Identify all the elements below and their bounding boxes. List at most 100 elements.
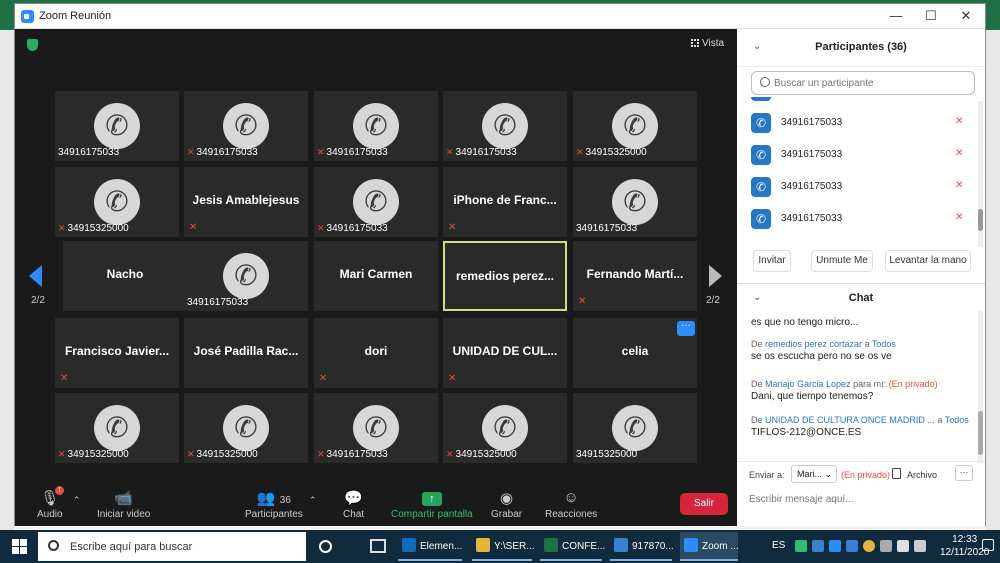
- tray-app-icon[interactable]: [795, 540, 807, 552]
- security-shield-icon[interactable]: [27, 39, 38, 51]
- muted-mic-icon[interactable]: ✕: [955, 116, 963, 127]
- tile-more-options-button[interactable]: ···: [677, 321, 695, 336]
- chat-message: De UNIDAD DE CULTURA ONCE MADRID ... a T…: [751, 415, 977, 438]
- video-tile[interactable]: ✆ ✕ 34916175033: [314, 91, 438, 161]
- video-tile[interactable]: Francisco Javier... ✕: [55, 318, 179, 388]
- chat-message-input[interactable]: [749, 490, 974, 508]
- meeting-toolbar: 🎙 Audio ! ⌃ 📹 Iniciar video 👥 36 Partici…: [15, 475, 737, 526]
- video-tile[interactable]: ✆ ✕ 34915325000: [55, 393, 179, 463]
- view-button[interactable]: Vista: [691, 38, 724, 49]
- previous-page-arrow-icon[interactable]: [29, 265, 42, 287]
- tray-app-icon[interactable]: [880, 540, 892, 552]
- chat-button[interactable]: 💬 Chat: [343, 489, 364, 520]
- leave-button[interactable]: Salir: [680, 493, 728, 515]
- tray-app-icon[interactable]: [846, 540, 858, 552]
- participants-title: Participantes (36): [815, 41, 907, 53]
- reactions-button[interactable]: ☺ Reacciones: [545, 489, 597, 520]
- window-title: Zoom Reunión: [39, 10, 112, 22]
- message-meta: De UNIDAD DE CULTURA ONCE MADRID ... a T…: [751, 415, 969, 425]
- volume-icon[interactable]: [914, 540, 926, 552]
- file-button[interactable]: Archivo: [907, 470, 937, 480]
- video-tile[interactable]: ✆ ✕ 34916175033: [184, 91, 308, 161]
- tile-name: Nacho: [106, 267, 144, 281]
- video-tile[interactable]: remedios perez...: [443, 241, 567, 311]
- start-windows-icon[interactable]: [12, 539, 27, 554]
- muted-mic-icon: ✕: [317, 223, 325, 233]
- invite-button[interactable]: Invitar: [753, 250, 791, 272]
- participants-button[interactable]: 👥 36 Participantes: [245, 489, 303, 520]
- raise-hand-button[interactable]: Levantar la mano: [885, 250, 971, 272]
- next-page-arrow-icon[interactable]: [709, 265, 722, 287]
- tray-zoom-icon[interactable]: [829, 540, 841, 552]
- participants-options-caret-icon[interactable]: ⌃: [309, 495, 317, 506]
- audio-options-caret-icon[interactable]: ⌃: [73, 495, 81, 506]
- video-tile[interactable]: ✆ 34916175033: [184, 241, 308, 311]
- share-screen-button[interactable]: ↑ Compartir pantalla: [391, 489, 473, 520]
- participant-search[interactable]: [751, 71, 975, 95]
- send-to-select[interactable]: Mari... ⌄: [791, 465, 837, 483]
- file-icon[interactable]: [892, 468, 901, 479]
- video-tile[interactable]: ✆ ✕ 34915325000: [443, 393, 567, 463]
- tray-app-icon[interactable]: [812, 540, 824, 552]
- cortana-icon[interactable]: [319, 540, 332, 553]
- participant-search-input[interactable]: [774, 75, 964, 91]
- maximize-button[interactable]: ☐: [916, 7, 946, 25]
- video-tile[interactable]: ✆ ✕ 34916175033: [443, 91, 567, 161]
- video-tile[interactable]: ✆ 34916175033: [573, 167, 697, 237]
- notifications-icon[interactable]: [982, 539, 994, 551]
- muted-mic-icon[interactable]: ✕: [955, 212, 963, 223]
- chat-scrollbar[interactable]: [978, 311, 983, 463]
- participant-row[interactable]: ✆ 34916175033 ✕: [737, 171, 985, 203]
- chevron-down-icon: ⌄: [824, 469, 833, 479]
- video-tile[interactable]: UNIDAD DE CUL... ✕: [443, 318, 567, 388]
- video-tile[interactable]: ✆ ✕ 34915325000: [55, 167, 179, 237]
- participant-row[interactable]: ✆ 34916175033 ✕: [737, 203, 985, 235]
- taskbar-app[interactable]: 917870...: [610, 532, 674, 561]
- record-button[interactable]: ◉ Grabar: [491, 489, 522, 520]
- video-tile[interactable]: Jesis Amablejesus ✕: [184, 167, 308, 237]
- video-tile[interactable]: ✆ ✕ 34916175033: [314, 393, 438, 463]
- unmute-me-button[interactable]: Unmute Me: [811, 250, 873, 272]
- phone-avatar-icon: ✆: [612, 179, 658, 225]
- start-video-button[interactable]: 📹 Iniciar video: [97, 489, 150, 520]
- task-view-icon[interactable]: [370, 539, 386, 553]
- tile-name: ✕ 34915325000: [576, 147, 647, 158]
- video-tile[interactable]: ✆ 34915325000: [573, 393, 697, 463]
- chat-more-button[interactable]: ···: [955, 465, 973, 481]
- video-tile[interactable]: ✆ ✕ 34915325000: [184, 393, 308, 463]
- taskbar-app[interactable]: CONFE...: [540, 532, 605, 561]
- minimize-button[interactable]: —: [881, 7, 911, 25]
- close-button[interactable]: ✕: [951, 7, 981, 25]
- taskbar-search[interactable]: Escribe aquí para buscar: [38, 532, 306, 561]
- participants-scrollbar[interactable]: [978, 101, 983, 247]
- taskbar-app[interactable]: Elemen...: [398, 532, 462, 561]
- video-tile[interactable]: ✆ ✕ 34916175033: [314, 167, 438, 237]
- tile-name: ✕ 34916175033: [187, 147, 258, 158]
- language-indicator[interactable]: ES: [772, 540, 785, 551]
- taskbar-app[interactable]: Y:\SER...: [472, 532, 535, 561]
- list-item[interactable]: ✆: [737, 97, 985, 107]
- video-tile[interactable]: José Padilla Rac...: [184, 318, 308, 388]
- title-bar: Zoom Reunión — ☐ ✕: [15, 4, 985, 29]
- video-tile[interactable]: Mari Carmen: [314, 241, 438, 311]
- background-row-headers: [0, 30, 14, 530]
- muted-mic-icon[interactable]: ✕: [955, 148, 963, 159]
- video-tile[interactable]: iPhone de Franc... ✕: [443, 167, 567, 237]
- video-tile[interactable]: ✆ 34916175033: [55, 91, 179, 161]
- participant-row[interactable]: ✆ 34916175033 ✕: [737, 139, 985, 171]
- muted-mic-icon[interactable]: ✕: [955, 180, 963, 191]
- video-tile[interactable]: dori ✕: [314, 318, 438, 388]
- tile-name: ✕ 34916175033: [317, 223, 388, 234]
- taskbar-app[interactable]: Zoom ...: [680, 532, 739, 561]
- participant-row[interactable]: ✆ 34916175033 ✕: [737, 107, 985, 139]
- phone-avatar-icon: ✆: [751, 97, 771, 101]
- video-tile[interactable]: ✆ ✕ 34915325000: [573, 91, 697, 161]
- video-tile[interactable]: Nacho: [63, 241, 187, 311]
- phone-avatar-icon: ✆: [751, 209, 771, 229]
- tray-app-icon[interactable]: [863, 540, 875, 552]
- muted-mic-icon: ✕: [317, 449, 325, 459]
- muted-mic-icon: ✕: [446, 147, 454, 157]
- network-icon[interactable]: [897, 540, 909, 552]
- phone-avatar-icon: ✆: [751, 177, 771, 197]
- video-tile[interactable]: Fernando Martí... ✕: [573, 241, 697, 311]
